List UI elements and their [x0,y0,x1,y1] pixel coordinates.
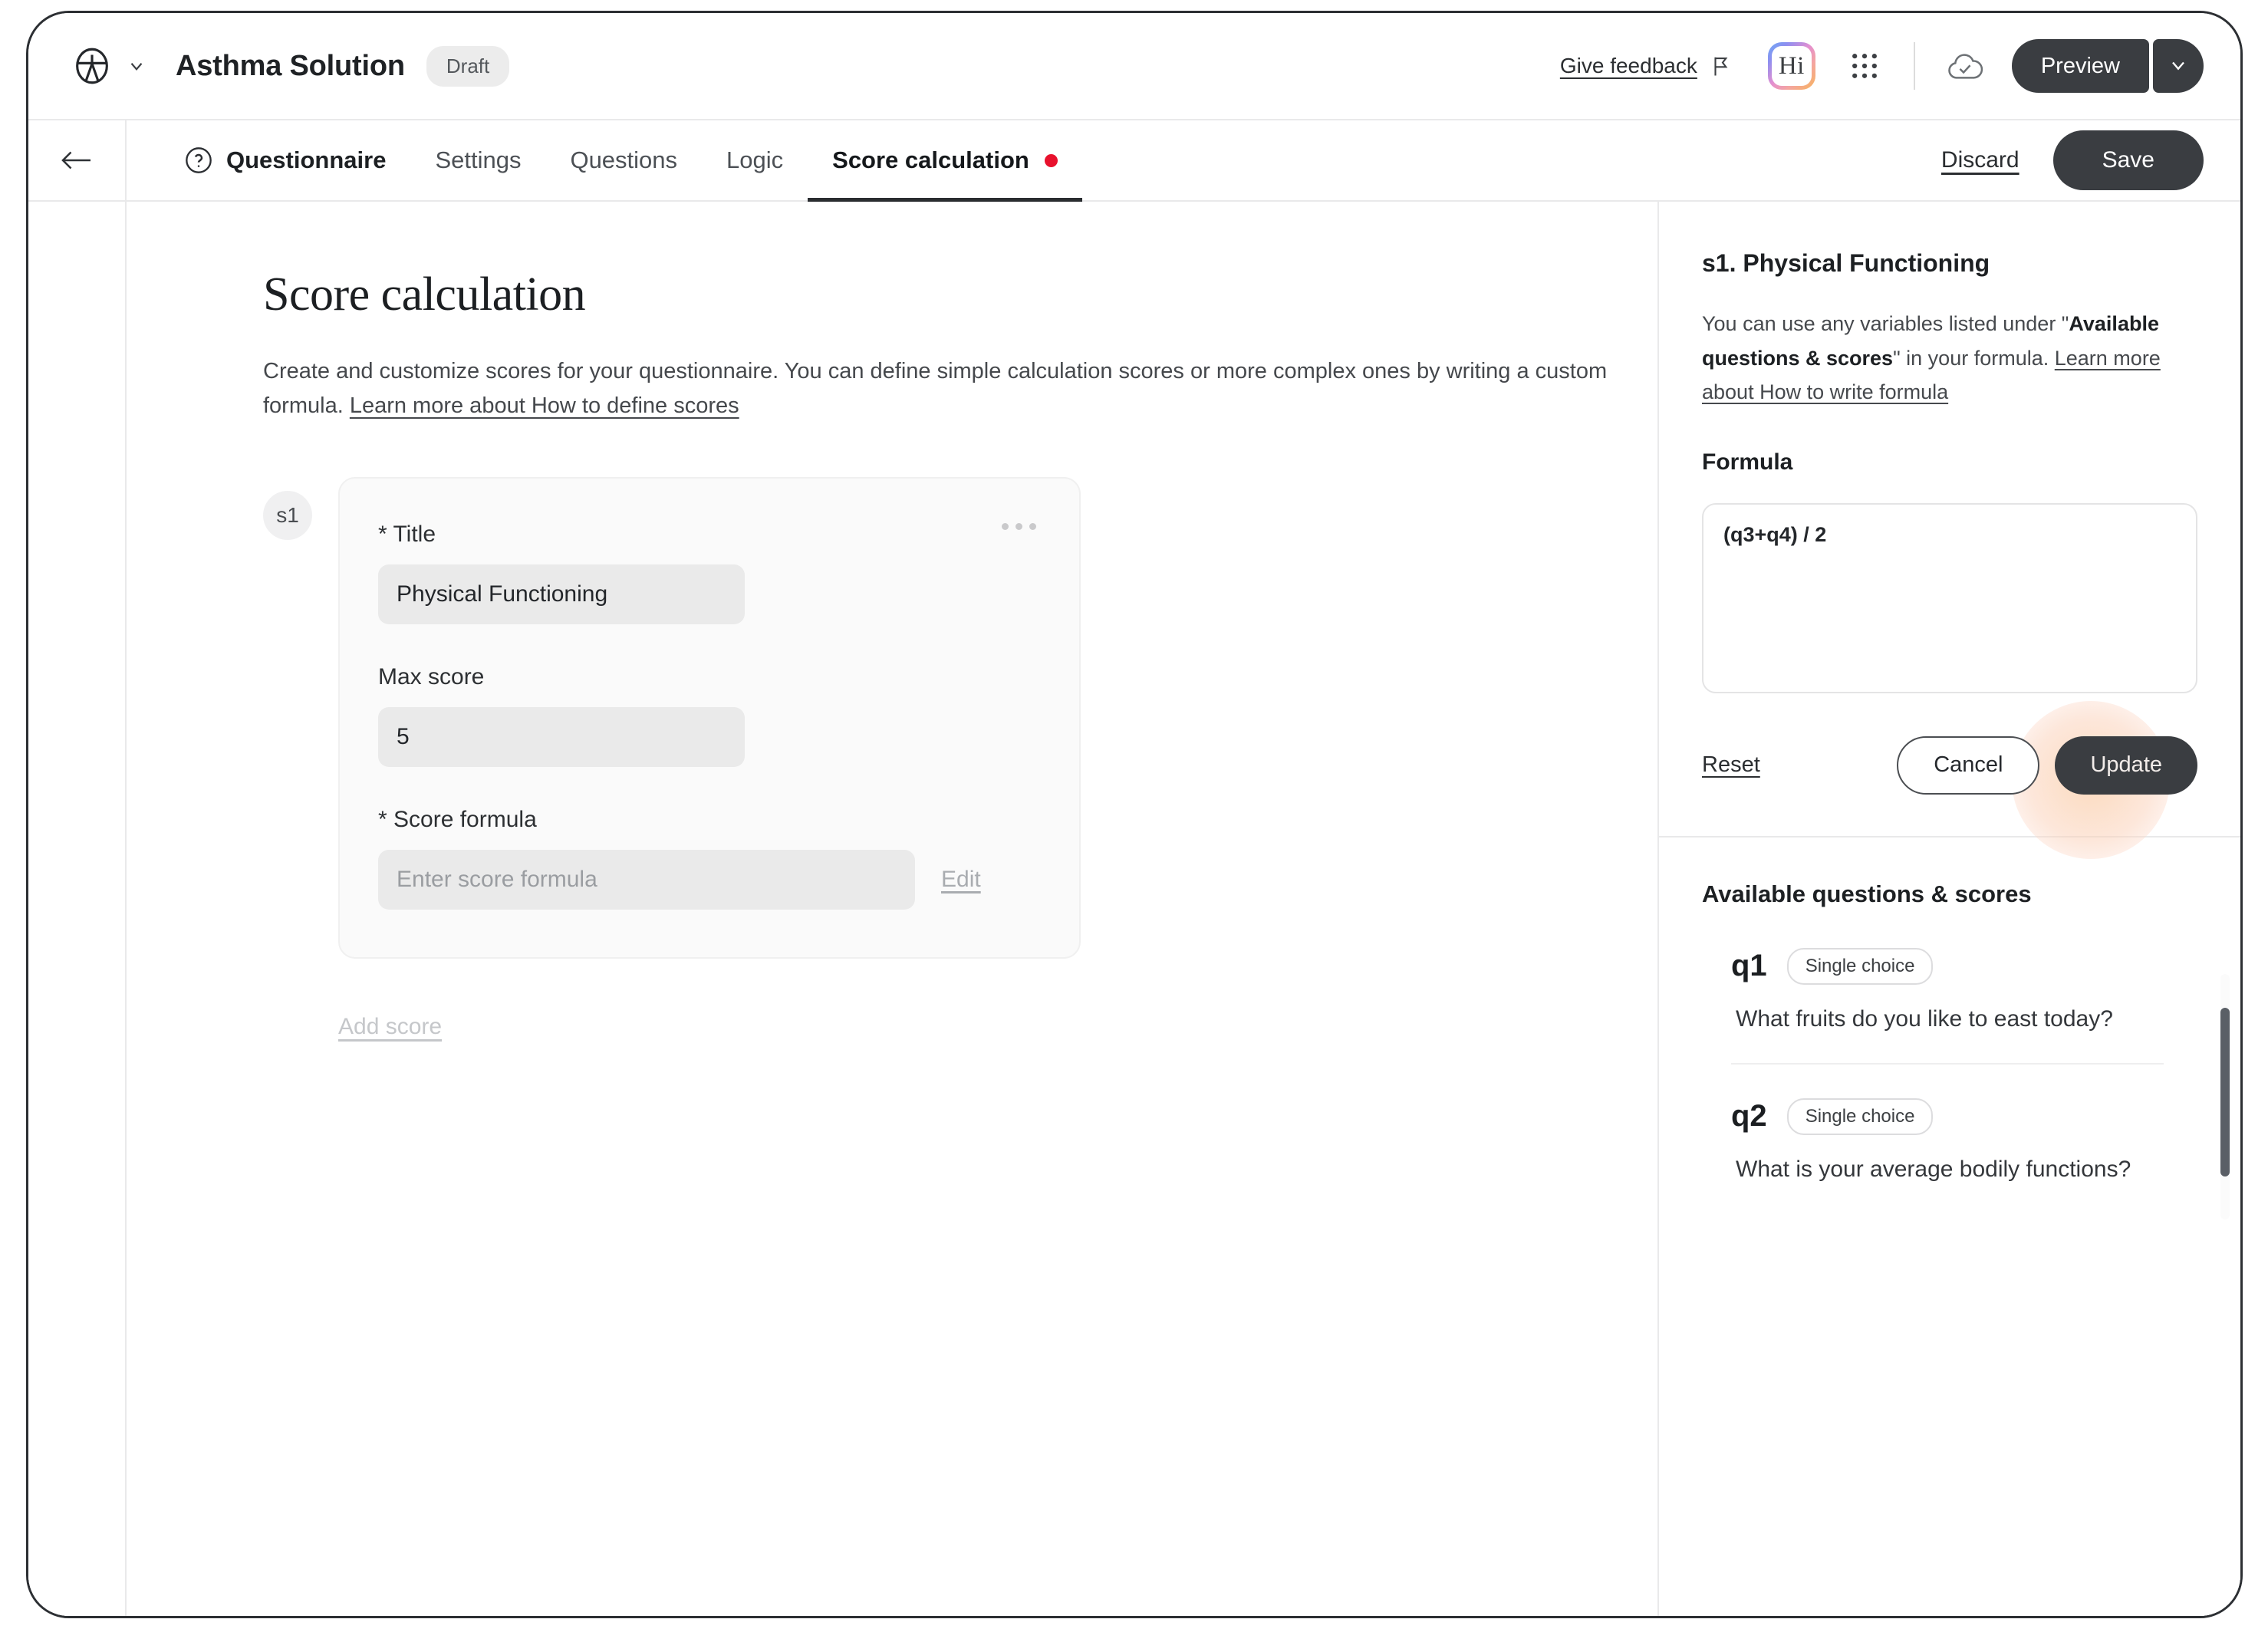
score-badge: s1 [263,490,312,540]
tab-label: Logic [726,146,784,173]
preview-button-group: Preview [2011,39,2204,93]
desc-pre: You can use any variables listed under " [1702,312,2069,335]
side-panel-description: You can use any variables listed under "… [1702,307,2197,410]
hi-logo-text: Hi [1771,46,1812,86]
brand-menu[interactable] [70,44,146,88]
tab-label: Score calculation [832,146,1029,173]
edit-formula-button[interactable]: Edit [941,867,981,893]
tab-label: Settings [435,146,522,173]
side-panel-actions: Reset Cancel Update [1702,700,2197,859]
top-bar: Asthma Solution Draft Give feedback Hi P… [28,13,2240,119]
cancel-button[interactable]: Cancel [1897,736,2040,795]
learn-more-define-scores-link[interactable]: Learn more about How to define scores [350,393,739,418]
score-formula-field-label: * Score formula [378,806,537,832]
questions-scrollbar-thumb[interactable] [2220,1007,2230,1176]
list-item[interactable]: q1 Single choice What fruits do you like… [1731,945,2164,1063]
save-button[interactable]: Save [2052,130,2204,190]
question-circle-icon [183,145,214,176]
dot [1002,522,1009,530]
nav-actions: Discard Save [1941,120,2240,200]
available-questions-title: Available questions & scores [1702,880,2032,907]
list-item[interactable]: q2 Single choice What is your average bo… [1731,1062,2164,1213]
chevron-down-icon [127,56,146,76]
page-title: Score calculation [263,268,586,321]
main-content: Score calculation Create and customize s… [127,202,1657,1616]
score-card: * Title Physical Functioning Max score 5… [338,476,1081,959]
question-code: q1 [1731,949,1767,983]
question-text: What fruits do you like to east today? [1736,1005,2113,1032]
score-formula-input[interactable]: Enter score formula [378,849,915,910]
score-formula-row: Enter score formula Edit [378,849,1032,910]
title-field-label: * Title [378,521,436,547]
back-arrow-icon [61,149,93,172]
tab-label: Questionnaire [226,146,387,173]
formula-label: Formula [1702,449,1793,475]
desc-mid: " in your formula. [1893,346,2055,370]
apps-grid-icon[interactable] [1815,49,1881,83]
question-type-badge: Single choice [1786,1098,1934,1135]
tab-questions[interactable]: Questions [545,120,702,200]
available-questions-list: q1 Single choice What fruits do you like… [1702,945,2197,1213]
update-button[interactable]: Update [2055,736,2197,795]
chevron-down-icon [2168,54,2189,78]
cloud-check-icon [1915,48,1984,84]
tab-questionnaire[interactable]: Questionnaire [159,120,410,200]
tab-score-calculation[interactable]: Score calculation [808,120,1082,202]
left-rail [28,202,127,1616]
question-header: q1 Single choice [1731,947,2164,985]
question-type-badge: Single choice [1786,947,1934,985]
formula-textarea[interactable]: (q3+q4) / 2 [1702,502,2197,693]
discard-button[interactable]: Discard [1941,147,2019,173]
tab-label: Questions [570,146,678,173]
tab-logic[interactable]: Logic [702,120,808,200]
more-options-icon[interactable] [1002,522,1036,530]
status-badge: Draft [426,45,510,87]
person-circle-icon [70,44,114,88]
available-variables-section: Available questions & scores q1 Single c… [1659,838,2240,1616]
dot [1015,522,1022,530]
reset-button[interactable]: Reset [1702,752,1760,778]
preview-button[interactable]: Preview [2011,39,2149,93]
preview-dropdown-button[interactable] [2153,39,2204,93]
max-score-input[interactable]: 5 [378,706,745,767]
give-feedback-link[interactable]: Give feedback [1560,54,1697,78]
title-input[interactable]: Physical Functioning [378,564,745,624]
formula-side-panel: s1. Physical Functioning You can use any… [1657,202,2240,1616]
nav-tabs: Questionnaire Settings Questions Logic S… [127,120,1082,202]
unsaved-changes-dot [1044,153,1058,167]
nav-bar: Questionnaire Settings Questions Logic S… [28,119,2240,202]
page-description: Create and customize scores for your que… [263,354,1644,423]
body-area: Score calculation Create and customize s… [28,202,2240,1616]
back-button[interactable] [28,120,127,200]
flag-icon[interactable] [1697,54,1733,78]
side-panel-title: s1. Physical Functioning [1702,249,1990,277]
app-window: Asthma Solution Draft Give feedback Hi P… [26,11,2243,1618]
max-score-field-label: Max score [378,663,485,689]
score-block: s1 * Title Physical Functioning Max scor… [263,476,1657,959]
add-score-button[interactable]: Add score [338,1014,442,1040]
side-panel-top: s1. Physical Functioning You can use any… [1659,202,2240,859]
dot [1029,522,1036,530]
top-bar-actions: Give feedback Hi Preview [1560,39,2204,93]
hi-logo[interactable]: Hi [1767,42,1815,90]
question-text: What is your average bodily functions? [1736,1156,2131,1182]
side-panel-primary-actions: Cancel Update [1897,736,2197,795]
tab-settings[interactable]: Settings [410,120,545,200]
app-title: Asthma Solution [176,49,405,82]
question-code: q2 [1731,1099,1767,1134]
question-header: q2 Single choice [1731,1098,2164,1135]
